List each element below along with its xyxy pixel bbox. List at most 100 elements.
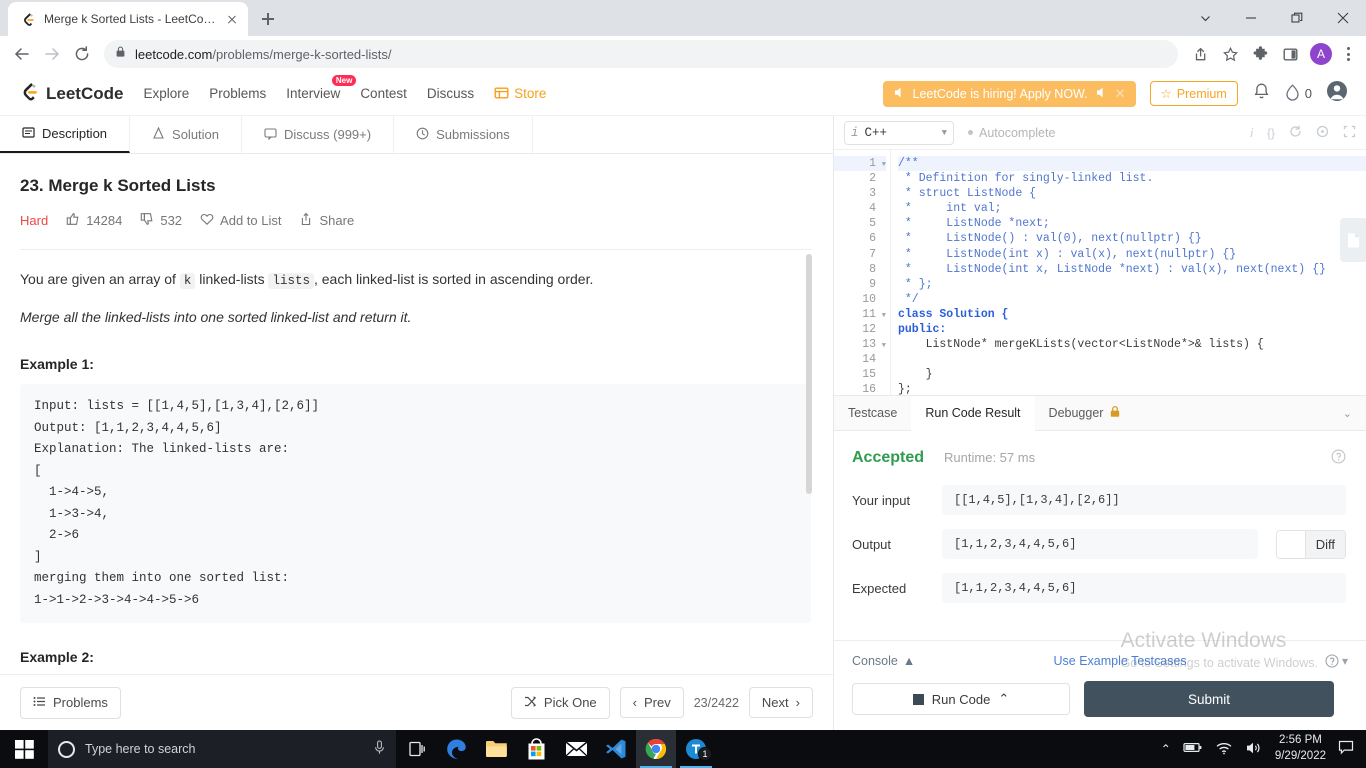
- share-icon[interactable]: [1186, 40, 1214, 68]
- premium-button[interactable]: ☆ Premium: [1149, 81, 1238, 106]
- code-line[interactable]: * struct ListNode {: [898, 186, 1366, 201]
- vscode-icon[interactable]: [596, 730, 636, 768]
- mail-icon[interactable]: [556, 730, 596, 768]
- address-bar[interactable]: leetcode.com/problems/merge-k-sorted-lis…: [104, 40, 1178, 68]
- tab-run-code-result[interactable]: Run Code Result: [911, 396, 1035, 431]
- code-line[interactable]: */: [898, 292, 1366, 307]
- tab-description[interactable]: Description: [0, 116, 131, 153]
- tab-discuss[interactable]: Discuss (999+): [242, 116, 395, 153]
- nav-link-interview[interactable]: Interview New: [286, 75, 357, 101]
- add-to-list-button[interactable]: Add to List: [200, 212, 281, 229]
- leetcode-logo[interactable]: LeetCode: [18, 80, 123, 107]
- avatar[interactable]: A: [1310, 43, 1332, 65]
- kebab-menu-icon[interactable]: [1338, 47, 1358, 61]
- info-icon[interactable]: i: [1250, 126, 1253, 140]
- autocomplete-toggle[interactable]: Autocomplete: [968, 126, 1055, 140]
- reset-icon[interactable]: [1289, 125, 1302, 141]
- search-input[interactable]: Type here to search: [48, 730, 396, 768]
- diff-label[interactable]: Diff: [1305, 529, 1346, 559]
- edge-icon[interactable]: [436, 730, 476, 768]
- nav-link-contest[interactable]: Contest: [360, 86, 407, 101]
- pick-one-button[interactable]: Pick One: [510, 686, 610, 719]
- tab-debugger[interactable]: Debugger: [1035, 396, 1136, 430]
- likes-button[interactable]: 14284: [66, 212, 122, 229]
- format-braces-icon[interactable]: {}: [1267, 126, 1275, 140]
- back-arrow-icon[interactable]: [8, 40, 36, 68]
- code-lines[interactable]: /** * Definition for singly-linked list.…: [890, 150, 1366, 395]
- forward-arrow-icon[interactable]: [38, 40, 66, 68]
- nav-link-problems[interactable]: Problems: [209, 86, 266, 101]
- console-toggle[interactable]: Console ▲: [852, 654, 915, 668]
- nav-link-discuss[interactable]: Discuss: [427, 86, 474, 101]
- prev-button[interactable]: ‹ Prev: [619, 687, 684, 718]
- hiring-banner[interactable]: LeetCode is hiring! Apply NOW. ✕: [882, 80, 1136, 107]
- run-code-button[interactable]: Run Code ⌃: [852, 683, 1070, 715]
- code-line[interactable]: [898, 352, 1366, 367]
- code-line[interactable]: public:: [898, 322, 1366, 337]
- close-icon[interactable]: [224, 11, 240, 27]
- code-line[interactable]: * ListNode(int x, ListNode *next) : val(…: [898, 262, 1366, 277]
- bell-icon[interactable]: [1252, 82, 1271, 106]
- dislikes-button[interactable]: 532: [140, 212, 182, 229]
- fullscreen-icon[interactable]: [1343, 125, 1356, 141]
- chrome-icon[interactable]: [636, 730, 676, 768]
- tab-solution[interactable]: Solution: [130, 116, 243, 153]
- microsoft-store-icon[interactable]: [516, 730, 556, 768]
- start-button[interactable]: [0, 730, 48, 768]
- browser-tab[interactable]: Merge k Sorted Lists - LeetCode: [8, 2, 248, 36]
- note-icon[interactable]: [1340, 218, 1366, 262]
- submit-button[interactable]: Submit: [1084, 681, 1334, 717]
- code-line[interactable]: * ListNode() : val(0), next(nullptr) {}: [898, 231, 1366, 246]
- new-tab-button[interactable]: [254, 5, 282, 33]
- settings-icon[interactable]: [1316, 125, 1329, 141]
- user-avatar-icon[interactable]: [1326, 80, 1348, 107]
- clock[interactable]: 2:56 PM 9/29/2022: [1275, 733, 1326, 764]
- code-line[interactable]: class Solution {: [898, 307, 1366, 322]
- nav-link-store[interactable]: Store: [494, 85, 546, 103]
- close-window-button[interactable]: [1320, 0, 1366, 36]
- use-example-testcases-link[interactable]: Use Example Testcases: [1054, 654, 1187, 668]
- language-select[interactable]: i C++ ▼: [844, 120, 954, 145]
- next-button[interactable]: Next ›: [748, 687, 813, 718]
- code-line[interactable]: * int val;: [898, 201, 1366, 216]
- battery-icon[interactable]: [1183, 741, 1203, 757]
- tab-testcase[interactable]: Testcase: [834, 396, 911, 430]
- tab-submissions[interactable]: Submissions: [394, 116, 533, 153]
- code-editor[interactable]: 1 ▼ 2 3 4 5 6 7 8 9 10 11 ▼ 12 13 ▼ 14 15 16 /** * Definit…: [834, 150, 1366, 395]
- star-icon[interactable]: [1216, 40, 1244, 68]
- puzzle-icon[interactable]: [1246, 40, 1274, 68]
- show-hidden-icons-chevron-icon[interactable]: ⌃: [1161, 742, 1171, 756]
- problems-button[interactable]: Problems: [20, 686, 121, 719]
- help-icon[interactable]: [1331, 449, 1346, 467]
- reload-icon[interactable]: [68, 40, 96, 68]
- footer-help-icon[interactable]: ▾: [1325, 654, 1348, 668]
- microphone-icon[interactable]: [373, 740, 386, 758]
- collapse-results-chevron-icon[interactable]: ⌄: [1343, 396, 1366, 430]
- minimize-button[interactable]: [1228, 0, 1274, 36]
- code-line[interactable]: };: [898, 382, 1366, 395]
- code-line[interactable]: ListNode* mergeKLists(vector<ListNode*>&…: [898, 337, 1366, 352]
- code-line[interactable]: * };: [898, 277, 1366, 292]
- share-button[interactable]: Share: [299, 212, 354, 229]
- problem-description-scroll[interactable]: 23. Merge k Sorted Lists Hard 14284 532: [0, 154, 833, 674]
- maximize-restore-button[interactable]: [1274, 0, 1320, 36]
- nav-link-explore[interactable]: Explore: [143, 86, 189, 101]
- chevron-down-icon[interactable]: [1182, 0, 1228, 36]
- close-icon[interactable]: ✕: [1115, 86, 1126, 102]
- side-panel-icon[interactable]: [1276, 40, 1304, 68]
- code-line[interactable]: * ListNode(int x) : val(x), next(nullptr…: [898, 247, 1366, 262]
- notification-center-icon[interactable]: [1338, 740, 1356, 758]
- file-explorer-icon[interactable]: [476, 730, 516, 768]
- wifi-icon[interactable]: [1215, 741, 1233, 758]
- task-view-icon[interactable]: [396, 730, 436, 768]
- code-line[interactable]: * Definition for singly-linked list.: [898, 171, 1366, 186]
- streak-counter[interactable]: 0: [1285, 83, 1312, 104]
- code-line[interactable]: }: [898, 367, 1366, 382]
- code-line[interactable]: /**: [898, 156, 1366, 172]
- description-scrollbar[interactable]: [806, 254, 812, 494]
- diff-toggle[interactable]: Diff: [1275, 529, 1346, 559]
- teams-icon[interactable]: 1: [676, 730, 716, 768]
- diff-switch[interactable]: [1275, 529, 1306, 559]
- code-line[interactable]: * ListNode *next;: [898, 216, 1366, 231]
- volume-icon[interactable]: [1245, 741, 1263, 758]
